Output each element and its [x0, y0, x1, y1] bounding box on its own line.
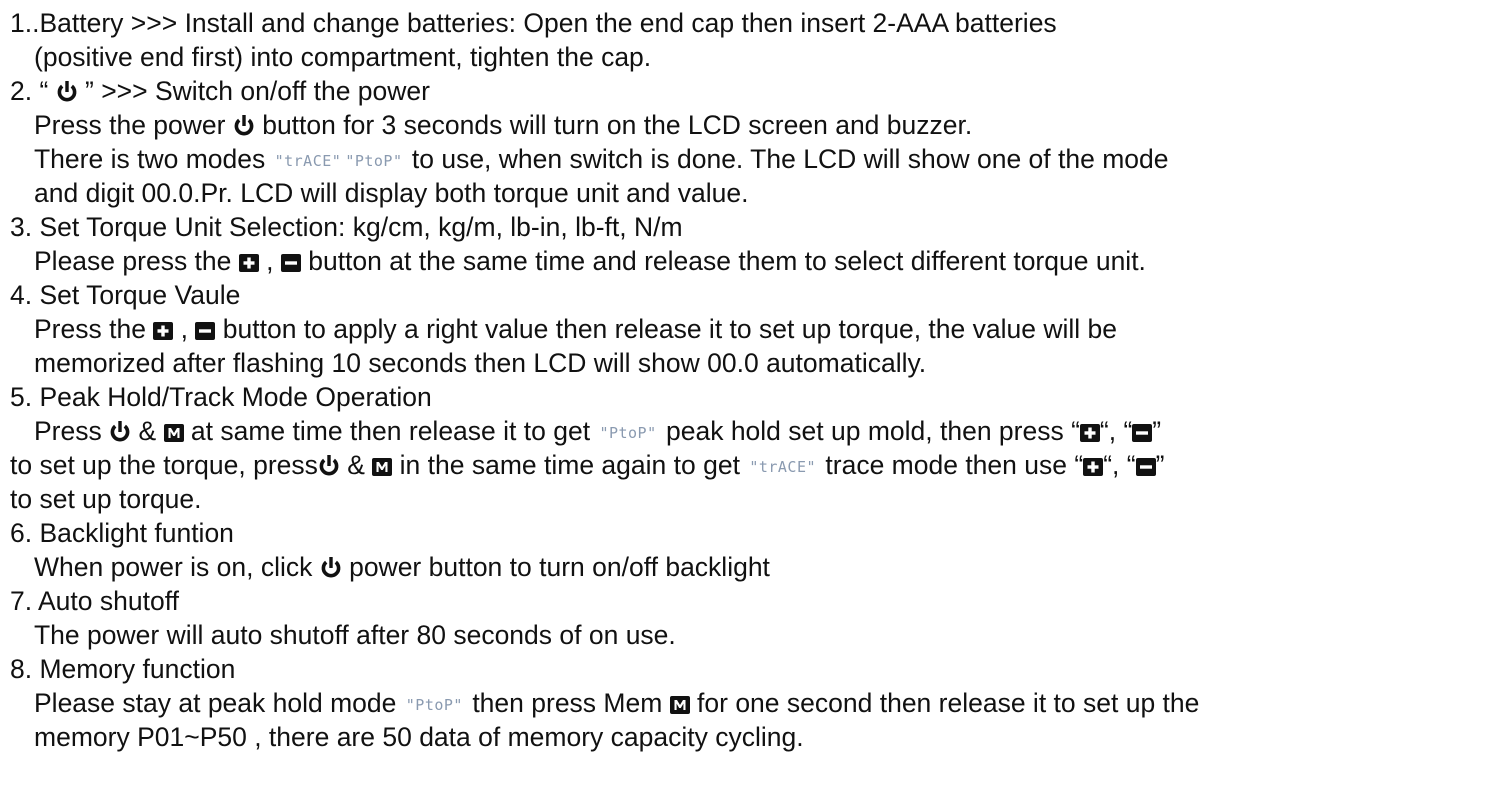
item-5-text: ”	[1155, 450, 1165, 480]
text-line: There is two modes "trACE" "PtoP" to use,…	[34, 142, 1169, 176]
item-5-text: to set up the torque, press	[10, 450, 318, 480]
plus-button-icon	[1083, 457, 1104, 477]
item-4-text: memorized after flashing 10 seconds then…	[34, 348, 927, 378]
item-5-text: &	[339, 450, 373, 480]
item-4-text: Press the	[34, 314, 154, 344]
minus-button-icon	[1132, 423, 1153, 443]
lcd-peak-mode: "PtoP"	[599, 424, 657, 442]
item-4-text: button to apply a right value then relea…	[215, 314, 1117, 344]
text-line: and digit 00.0.Pr. LCD will display both…	[34, 176, 748, 210]
item-1-text: (positive end first) into compartment, t…	[34, 42, 652, 72]
text-line: memory P01~P50 , there are 50 data of me…	[34, 720, 804, 754]
minus-button-icon	[195, 321, 216, 341]
item-8-heading: 8. Memory function	[10, 654, 236, 684]
item-3-heading: 3. Set Torque Unit Selection: kg/cm, kg/…	[10, 212, 683, 242]
item-8-text: Please stay at peak hold mode	[34, 688, 404, 718]
text-line: 8. Memory function	[10, 652, 235, 686]
item-4-heading: 4. Set Torque Vaule	[10, 280, 241, 310]
item-5-heading: 5. Peak Hold/Track Mode Operation	[10, 382, 432, 412]
mem-button-icon	[669, 695, 690, 715]
item-6-text: When power is on, click	[34, 552, 320, 582]
item-5-text: “, “	[1103, 450, 1136, 480]
text-line: 5. Peak Hold/Track Mode Operation	[10, 380, 432, 414]
mem-button-icon	[372, 457, 393, 477]
item-5-text: Press	[34, 416, 110, 446]
text-line: 6. Backlight funtion	[10, 516, 234, 550]
power-icon	[233, 113, 255, 137]
item-2-text: There is two modes	[34, 144, 273, 174]
text-line: The power will auto shutoff after 80 sec…	[34, 618, 676, 652]
power-icon	[56, 79, 78, 103]
item-5-text: to set up torque.	[10, 484, 202, 514]
text-line: Please stay at peak hold mode "PtoP" the…	[34, 686, 1199, 720]
item-2-heading-start: 2. “	[10, 76, 56, 106]
instruction-document: 1..Battery >>> Install and change batter…	[0, 0, 1490, 809]
power-icon	[318, 453, 340, 477]
text-line: 1..Battery >>> Install and change batter…	[10, 6, 1057, 40]
item-5-text: ”	[1152, 416, 1162, 446]
lcd-trace-mode: "trACE"	[749, 458, 817, 476]
plus-button-icon	[238, 253, 259, 273]
item-2-heading-end: ” >>> Switch on/off the power	[77, 76, 430, 106]
plus-button-icon	[1079, 423, 1100, 443]
item-3-text: Please press the	[34, 246, 239, 276]
text-line: 3. Set Torque Unit Selection: kg/cm, kg/…	[10, 210, 683, 244]
item-2-text: and digit 00.0.Pr. LCD will display both…	[34, 178, 749, 208]
text-line: Press the power button for 3 seconds wil…	[34, 108, 972, 142]
item-5-text: peak hold set up mold, then press “	[658, 416, 1080, 446]
item-3-text: button at the same time and release them…	[300, 246, 1146, 276]
lcd-peak-mode: "PtoP"	[405, 696, 463, 714]
text-line: When power is on, click power button to …	[34, 550, 770, 584]
text-line: memorized after flashing 10 seconds then…	[34, 346, 926, 380]
text-line: 4. Set Torque Vaule	[10, 278, 240, 312]
mem-button-icon	[163, 423, 184, 443]
item-5-text: at same time then release it to get	[183, 416, 598, 446]
lcd-peak-mode: "PtoP"	[345, 152, 403, 170]
item-5-text: in the same time again to get	[392, 450, 748, 480]
item-3-text: ,	[258, 246, 281, 276]
item-7-heading: 7. Auto shutoff	[10, 586, 179, 616]
item-2-text: Press the power	[34, 110, 233, 140]
lcd-trace-mode: "trACE"	[274, 152, 342, 170]
plus-button-icon	[153, 321, 174, 341]
item-8-text: memory P01~P50 , there are 50 data of me…	[34, 722, 804, 752]
minus-button-icon	[1135, 457, 1156, 477]
item-2-text: to use, when switch is done. The LCD wil…	[404, 144, 1169, 174]
item-5-text: “, “	[1099, 416, 1133, 446]
minus-button-icon	[280, 253, 301, 273]
item-8-text: for one second then release it to set up…	[689, 688, 1200, 718]
text-line: (positive end first) into compartment, t…	[34, 40, 651, 74]
text-line: to set up torque.	[10, 482, 202, 516]
power-icon	[109, 419, 131, 443]
item-1-heading: 1..Battery >>> Install and change batter…	[10, 8, 1057, 38]
item-5-text: trace mode then use “	[818, 450, 1084, 480]
text-line: 2. “ ” >>> Switch on/off the power	[10, 74, 430, 108]
item-2-text: button for 3 seconds will turn on the LC…	[254, 110, 973, 140]
text-line: Press & at same time then release it to …	[34, 414, 1161, 448]
text-line: Please press the , button at the same ti…	[34, 244, 1146, 278]
item-8-text: then press Mem	[464, 688, 670, 718]
item-6-heading: 6. Backlight funtion	[10, 518, 234, 548]
item-5-text: &	[131, 416, 164, 446]
item-7-text: The power will auto shutoff after 80 sec…	[34, 620, 676, 650]
text-line: to set up the torque, press & in the sam…	[10, 448, 1164, 482]
text-line: Press the , button to apply a right valu…	[34, 312, 1117, 346]
power-icon	[320, 555, 342, 579]
text-line: 7. Auto shutoff	[10, 584, 179, 618]
item-6-text: power button to turn on/off backlight	[341, 552, 770, 582]
item-4-text: ,	[173, 314, 196, 344]
